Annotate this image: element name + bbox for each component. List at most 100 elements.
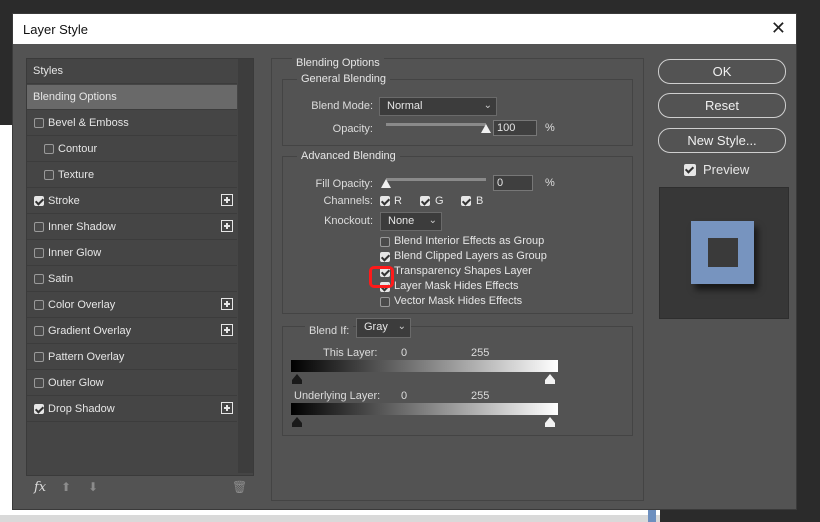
option-blend-interior-effects-as-group-checkbox[interactable] bbox=[380, 237, 390, 247]
blend-mode-value: Normal bbox=[387, 100, 423, 112]
underlying-layer-high: 255 bbox=[471, 390, 490, 402]
knockout-label: Knockout: bbox=[324, 215, 373, 227]
channel-r-label: R bbox=[394, 195, 402, 207]
preview-swatch-inner bbox=[708, 238, 738, 267]
fill-opacity-unit: % bbox=[545, 177, 555, 189]
add-effect-icon[interactable] bbox=[221, 402, 233, 414]
style-item-label: Inner Glow bbox=[48, 247, 102, 259]
style-item-blending-options[interactable]: Blending Options bbox=[27, 85, 237, 110]
underlying-layer-low-thumb[interactable] bbox=[292, 417, 302, 427]
style-item-drop-shadow[interactable]: Drop Shadow bbox=[27, 397, 237, 422]
add-effect-icon[interactable] bbox=[221, 220, 233, 232]
chevron-down-icon: ⌄ bbox=[483, 100, 492, 111]
style-item-checkbox[interactable] bbox=[34, 352, 44, 362]
styles-list-scrollbar[interactable] bbox=[238, 59, 253, 473]
style-item-checkbox[interactable] bbox=[44, 170, 54, 180]
option-blend-clipped-layers-as-group-checkbox[interactable] bbox=[380, 252, 390, 262]
style-item-stroke[interactable]: Stroke bbox=[27, 189, 237, 214]
opacity-slider-thumb[interactable] bbox=[481, 124, 491, 133]
styles-list-panel: Styles Blending Options Bevel & Emboss Cont… bbox=[26, 58, 254, 476]
layer-style-dialog: Layer Style ✕ Styles Blending Options Beve… bbox=[12, 13, 797, 510]
close-icon[interactable]: ✕ bbox=[771, 18, 786, 39]
style-item-checkbox[interactable] bbox=[34, 196, 44, 206]
trash-icon[interactable]: 🗑 bbox=[232, 480, 247, 494]
channel-g-checkbox[interactable] bbox=[420, 196, 430, 206]
style-item-label: Inner Shadow bbox=[48, 221, 116, 233]
style-item-label: Blending Options bbox=[33, 91, 117, 103]
fill-opacity-slider-thumb[interactable] bbox=[381, 179, 391, 188]
style-item-inner-glow[interactable]: Inner Glow bbox=[27, 241, 237, 266]
option-label: Layer Mask Hides Effects bbox=[394, 280, 519, 292]
style-item-satin[interactable]: Satin bbox=[27, 267, 237, 292]
style-item-inner-shadow[interactable]: Inner Shadow bbox=[27, 215, 237, 240]
style-item-checkbox[interactable] bbox=[34, 300, 44, 310]
highlight-marker bbox=[369, 266, 394, 288]
advanced-blending-legend: Advanced Blending bbox=[297, 150, 400, 162]
this-layer-low: 0 bbox=[401, 347, 408, 359]
move-down-icon[interactable]: ⬇ bbox=[88, 480, 98, 494]
background-canvas-edge bbox=[0, 515, 660, 522]
new-style-button[interactable]: New Style... bbox=[658, 128, 786, 153]
style-item-checkbox[interactable] bbox=[34, 222, 44, 232]
blend-mode-select[interactable]: Normal ⌄ bbox=[379, 97, 497, 116]
knockout-value: None bbox=[388, 215, 415, 227]
style-item-color-overlay[interactable]: Color Overlay bbox=[27, 293, 237, 318]
underlying-layer-gradient-slider[interactable] bbox=[291, 403, 558, 415]
ok-button[interactable]: OK bbox=[658, 59, 786, 84]
style-item-bevel-emboss[interactable]: Bevel & Emboss bbox=[27, 111, 237, 136]
knockout-select[interactable]: None ⌄ bbox=[380, 212, 442, 231]
style-item-gradient-overlay[interactable]: Gradient Overlay bbox=[27, 319, 237, 344]
option-label: Blend Interior Effects as Group bbox=[394, 235, 545, 247]
add-effect-icon[interactable] bbox=[221, 324, 233, 336]
option-vector-mask-hides-effects-checkbox[interactable] bbox=[380, 297, 390, 307]
dialog-titlebar: Layer Style ✕ bbox=[13, 14, 796, 44]
advanced-blending-group: Advanced Blending Fill Opacity: 0 % Chan… bbox=[282, 150, 633, 314]
add-effect-icon[interactable] bbox=[221, 194, 233, 206]
blend-if-group: Blend If: Gray ⌄ This Layer: 0 255 Under… bbox=[282, 318, 633, 436]
this-layer-high-thumb[interactable] bbox=[545, 374, 555, 384]
style-item-checkbox[interactable] bbox=[34, 248, 44, 258]
channel-b-label: B bbox=[476, 195, 484, 207]
move-up-icon[interactable]: ⬆ bbox=[61, 480, 71, 494]
reset-button[interactable]: Reset bbox=[658, 93, 786, 118]
this-layer-gradient-slider[interactable] bbox=[291, 360, 558, 372]
style-item-contour[interactable]: Contour bbox=[27, 137, 237, 162]
opacity-input[interactable]: 100 bbox=[493, 120, 537, 136]
style-item-checkbox[interactable] bbox=[34, 404, 44, 414]
opacity-unit: % bbox=[545, 122, 555, 134]
channel-g-label: G bbox=[435, 195, 444, 207]
add-effect-icon[interactable] bbox=[221, 298, 233, 310]
style-item-checkbox[interactable] bbox=[34, 118, 44, 128]
style-item-checkbox[interactable] bbox=[34, 274, 44, 284]
style-item-label: Bevel & Emboss bbox=[48, 117, 129, 129]
fill-opacity-input[interactable]: 0 bbox=[493, 175, 533, 191]
style-item-checkbox[interactable] bbox=[34, 378, 44, 388]
style-preview bbox=[659, 187, 789, 319]
blend-if-label: Blend If: bbox=[305, 325, 354, 337]
style-item-styles[interactable]: Styles bbox=[27, 59, 237, 84]
channel-r-checkbox[interactable] bbox=[380, 196, 390, 206]
this-layer-high: 255 bbox=[471, 347, 490, 359]
blending-options-title: Blending Options bbox=[292, 57, 384, 69]
general-blending-legend: General Blending bbox=[297, 73, 391, 85]
style-item-label: Contour bbox=[58, 143, 98, 155]
preview-checkbox[interactable] bbox=[684, 164, 696, 176]
style-item-checkbox[interactable] bbox=[44, 144, 54, 154]
underlying-layer-high-thumb[interactable] bbox=[545, 417, 555, 427]
blend-if-select[interactable]: Gray ⌄ bbox=[356, 318, 411, 338]
channel-b-checkbox[interactable] bbox=[461, 196, 471, 206]
this-layer-label: This Layer: bbox=[323, 347, 378, 359]
channels-label: Channels: bbox=[323, 195, 373, 207]
preview-swatch bbox=[691, 221, 754, 284]
style-item-outer-glow[interactable]: Outer Glow bbox=[27, 371, 237, 396]
dialog-title: Layer Style bbox=[23, 22, 89, 37]
opacity-slider[interactable] bbox=[386, 123, 486, 126]
style-item-pattern-overlay[interactable]: Pattern Overlay bbox=[27, 345, 237, 370]
fill-opacity-slider[interactable] bbox=[386, 178, 486, 181]
style-item-texture[interactable]: Texture bbox=[27, 163, 237, 188]
style-item-label: Texture bbox=[58, 169, 95, 181]
style-item-label: Satin bbox=[48, 273, 74, 285]
fx-icon[interactable]: fx bbox=[34, 480, 46, 495]
this-layer-low-thumb[interactable] bbox=[292, 374, 302, 384]
style-item-checkbox[interactable] bbox=[34, 326, 44, 336]
